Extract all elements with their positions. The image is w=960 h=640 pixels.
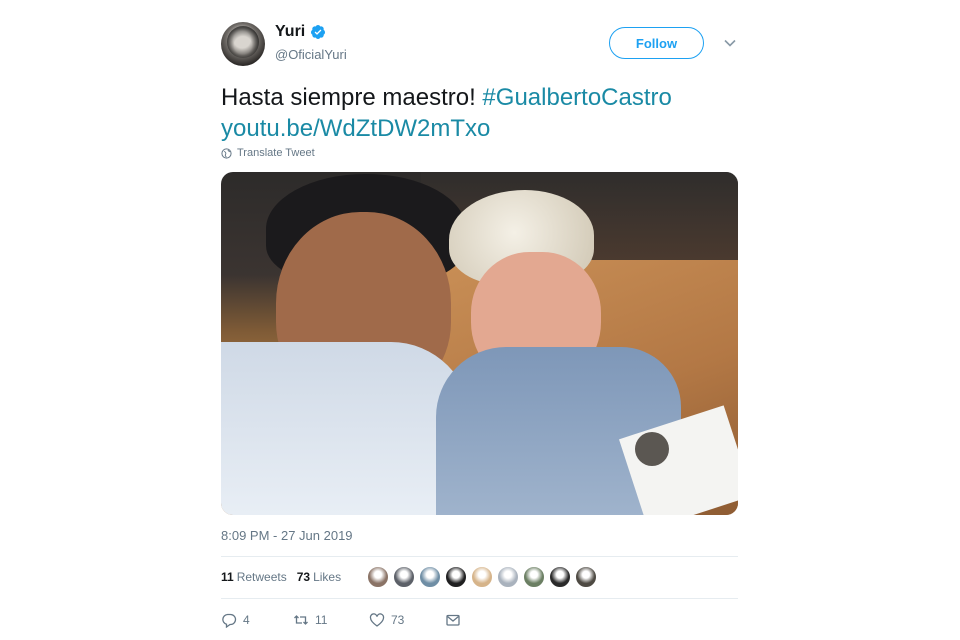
handle[interactable]: @OficialYuri [275,47,347,62]
hashtag-link[interactable]: #GualbertoCastro [482,84,671,111]
tweet-card: Yuri @OficialYuri Follow Hasta siempre m… [221,0,738,640]
tweet-photo[interactable] [221,172,738,515]
liker-avatar[interactable] [575,566,597,588]
reply-icon [222,613,237,628]
like-button[interactable]: 73 [369,612,445,628]
globe-icon [221,147,232,159]
like-count: 73 [391,613,405,627]
liker-avatar[interactable] [419,566,441,588]
retweets-count: 11 [221,570,234,584]
name-line: Yuri [275,23,326,41]
retweet-button[interactable]: 11 [293,612,369,628]
likes-count: 73 [296,570,311,584]
tweet-text: Hasta siempre maestro! #GualbertoCastro … [221,82,738,144]
photo-microphone [635,432,669,466]
liker-avatar[interactable] [367,566,389,588]
liker-avatars [367,566,597,588]
divider-top [221,556,738,557]
avatar[interactable] [221,22,265,66]
retweet-icon [294,615,308,625]
reply-count: 4 [243,613,250,627]
reply-button[interactable]: 4 [221,612,293,628]
translate-label: Translate Tweet [237,147,315,159]
url-link[interactable]: youtu.be/WdZtDW2mTxo [221,115,490,142]
timestamp[interactable]: 8:09 PM - 27 Jun 2019 [221,528,353,543]
retweets-stat[interactable]: 11 Retweets [221,570,287,584]
likes-stat[interactable]: 73 Likes [297,570,341,584]
avatar-hair-overlay [227,26,259,58]
retweets-label: Retweets [236,570,287,584]
liker-avatar[interactable] [549,566,571,588]
photo-man-shirt [221,342,471,515]
envelope-icon [446,614,460,626]
liker-avatar[interactable] [523,566,545,588]
follow-button[interactable]: Follow [609,27,704,59]
liker-avatar[interactable] [497,566,519,588]
heart-icon [369,613,385,627]
liker-avatar[interactable] [393,566,415,588]
action-bar: 4 11 73 [221,612,461,628]
retweet-count: 11 [315,613,328,627]
verified-badge-icon [311,25,326,39]
liker-avatar[interactable] [445,566,467,588]
divider-bottom [221,598,738,599]
direct-message-button[interactable] [445,612,461,628]
likes-label: Likes [313,570,342,584]
tweet-body: Hasta siempre maestro! [221,84,483,111]
translate-tweet[interactable]: Translate Tweet [221,147,315,159]
tweet-stats: 11 Retweets 73 Likes [221,570,341,584]
display-name[interactable]: Yuri [275,23,305,41]
liker-avatar[interactable] [471,566,493,588]
chevron-down-icon[interactable] [723,36,737,50]
